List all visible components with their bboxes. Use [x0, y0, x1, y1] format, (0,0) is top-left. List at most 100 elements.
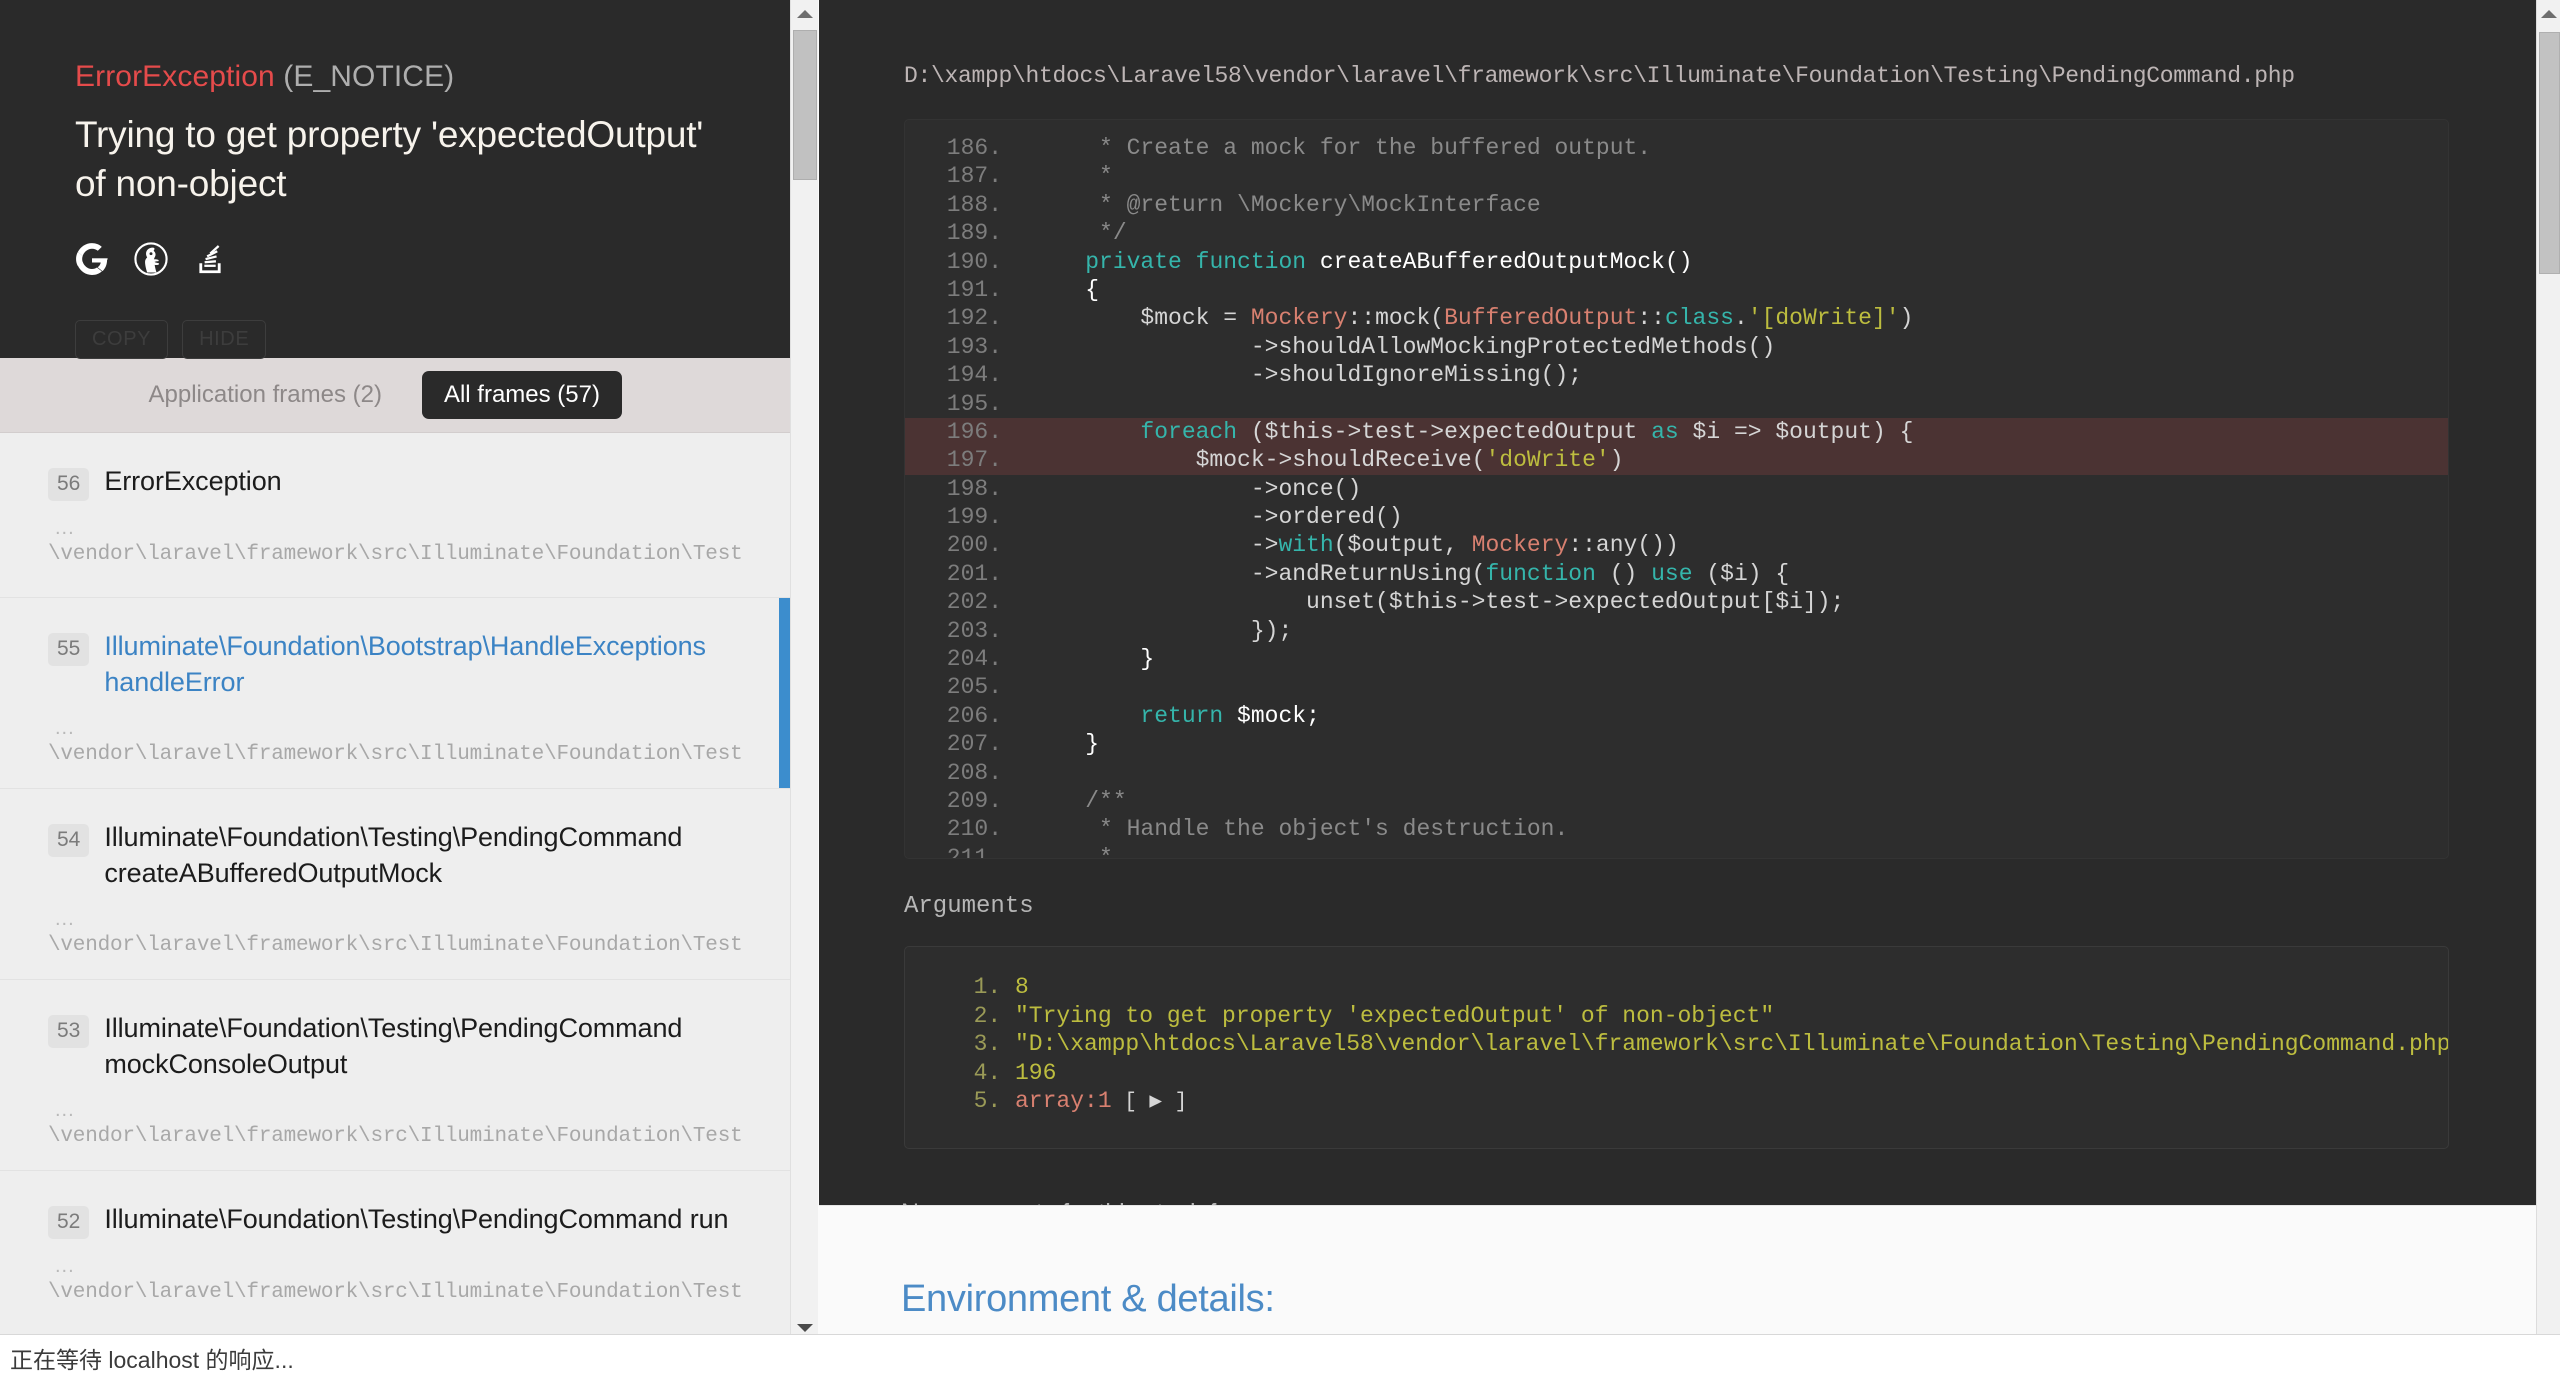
hide-button[interactable]: HIDE — [182, 319, 267, 359]
copy-button[interactable]: COPY — [75, 319, 169, 359]
code-line: 191. { — [905, 276, 2448, 304]
code-line-content: } — [1030, 731, 1100, 758]
frame-path-ellipsis: ... — [55, 716, 75, 739]
browser-status-bar: 正在等待 localhost 的响应... — [0, 1334, 2560, 1380]
frame-list-item[interactable]: 52 Illuminate\Foundation\Testing\PendingC… — [0, 1170, 790, 1336]
exception-header: ErrorException (E_NOTICE) Trying to get … — [0, 0, 790, 359]
code-line: 210. * Handle the object's destruction. — [905, 815, 2448, 843]
frame-head: 54 Illuminate\Foundation\Testing\PendingC… — [48, 819, 742, 892]
exception-message: Trying to get property 'expectedOutput' … — [75, 113, 704, 204]
frames-list[interactable]: 56 ErrorException... \vendor\laravel\frame… — [0, 433, 790, 1357]
code-line: 207. } — [905, 730, 2448, 758]
frame-list-item[interactable]: 55 Illuminate\Foundation\Bootstrap\Handle… — [0, 598, 790, 789]
code-line-number: 189. — [946, 220, 1002, 247]
left-panel: ErrorException (E_NOTICE) Trying to get … — [0, 0, 790, 1357]
frame-path-ellipsis: ... — [55, 1098, 75, 1121]
frame-index: 55 — [48, 633, 90, 667]
code-viewer[interactable]: 186. * Create a mock for the buffered ou… — [904, 119, 2449, 859]
page-scroll-up-arrow-icon[interactable] — [2537, 0, 2560, 28]
code-line: 194. ->shouldIgnoreMissing(); — [905, 361, 2448, 389]
frame-title[interactable]: Illuminate\Foundation\Bootstrap\HandleEx… — [104, 628, 742, 701]
code-line-number: 200. — [946, 532, 1002, 559]
google-search-icon[interactable] — [75, 242, 109, 281]
code-line-content: unset($this->test->expectedOutput[$i]); — [1030, 589, 1845, 616]
tab-all-frames[interactable]: All frames (57) — [421, 371, 622, 419]
frame-path-ellipsis: ... — [55, 1254, 75, 1277]
code-line-content: * — [1030, 163, 1113, 190]
code-line-content: ->ordered() — [1030, 504, 1403, 531]
frame-path: \vendor\laravel\framework\src\Illuminate… — [48, 1124, 742, 1148]
code-line-content: } — [1030, 646, 1155, 673]
code-line-content: ->andReturnUsing(function () use ($i) { — [1030, 560, 1790, 587]
code-line: 206. return $mock; — [905, 702, 2448, 730]
phpdebugbar-error-page: ErrorException (E_NOTICE) Trying to get … — [0, 0, 2560, 1380]
frames-tabs: Application frames (2) All frames (57) — [0, 358, 790, 433]
frame-index: 54 — [48, 823, 90, 858]
frame-path: \vendor\laravel\framework\src\Illuminate… — [48, 933, 742, 957]
arguments-label: Arguments — [904, 893, 1034, 920]
exception-actions: COPY HIDE — [75, 319, 715, 359]
code-line: 192. $mock = Mockery::mock(BufferedOutpu… — [905, 304, 2448, 332]
frame-path-ellipsis: ... — [55, 517, 75, 540]
argument-value: "D:\xampp\htdocs\Laravel58\vendor\larave… — [1015, 1031, 2449, 1057]
page-scrollbar-thumb[interactable] — [2539, 32, 2560, 274]
code-line-content: */ — [1030, 220, 1127, 247]
code-line-content: * @return \Mockery\MockInterface — [1030, 191, 1541, 218]
code-line-content: foreach ($this->test->expectedOutput as … — [1140, 418, 1914, 445]
code-line: 193. ->shouldAllowMockingProtectedMethod… — [905, 333, 2448, 361]
code-line: 201. ->andReturnUsing(function () use ($… — [905, 560, 2448, 588]
frame-list-item[interactable]: 54 Illuminate\Foundation\Testing\PendingC… — [0, 788, 790, 980]
code-line-number: 206. — [946, 702, 1002, 729]
tab-application-frames[interactable]: Application frames (2) — [127, 371, 404, 419]
code-line-number: 195. — [946, 390, 1002, 417]
frames-list-scrollbar[interactable] — [790, 0, 818, 1342]
code-line-number: 201. — [946, 560, 1002, 587]
code-line: 209. /** — [905, 787, 2448, 815]
code-line-content: ->shouldIgnoreMissing(); — [1030, 362, 1583, 389]
code-line: 198. ->once() — [905, 475, 2448, 503]
frame-path: \vendor\laravel\framework\src\Illuminate… — [48, 742, 742, 766]
scroll-up-arrow-icon[interactable] — [791, 0, 819, 28]
frame-path: \vendor\laravel\framework\src\Illuminate… — [48, 543, 742, 567]
frame-list-item[interactable]: 53 Illuminate\Foundation\Testing\PendingC… — [0, 979, 790, 1171]
code-line-content: $mock->shouldReceive('doWrite') — [1030, 447, 1624, 474]
frame-head: 52 Illuminate\Foundation\Testing\PendingC… — [48, 1201, 742, 1239]
code-line: 188. * @return \Mockery\MockInterface — [905, 191, 2448, 219]
environment-title: Environment & details: — [901, 1278, 1275, 1320]
code-line-number: 210. — [946, 816, 1002, 843]
code-line: 199. ->ordered() — [905, 503, 2448, 531]
stackoverflow-search-icon[interactable] — [193, 242, 227, 281]
frame-title: Illuminate\Foundation\Testing\PendingCom… — [104, 1203, 729, 1234]
code-line-number: 199. — [946, 504, 1002, 531]
code-line-content: $mock = Mockery::mock(BufferedOutput::cl… — [1030, 305, 1914, 332]
argument-item: "Trying to get property 'expectedOutput'… — [1015, 1002, 2448, 1031]
page-scrollbar[interactable] — [2536, 0, 2560, 1357]
code-line: 189. */ — [905, 219, 2448, 247]
code-line: 186. * Create a mock for the buffered ou… — [905, 134, 2448, 162]
code-line-number: 205. — [946, 674, 1002, 701]
code-line: 208. — [905, 759, 2448, 787]
status-bar-text: 正在等待 localhost 的响应... — [10, 1346, 294, 1373]
code-line-number: 186. — [946, 135, 1002, 161]
code-line-number: 211. — [946, 844, 1002, 859]
frame-path-ellipsis: ... — [55, 907, 75, 930]
argument-value: 8 — [1015, 974, 1029, 1000]
frame-title: ErrorException — [104, 466, 282, 496]
code-line-number: 207. — [946, 731, 1002, 758]
array-expand-toggle-icon[interactable]: [ ▶ ] — [1112, 1091, 1187, 1114]
argument-item: 196 — [1015, 1059, 2448, 1088]
argument-item: array:1 [ ▶ ] — [1015, 1087, 2448, 1118]
code-line-content: /** — [1030, 787, 1127, 814]
code-line-number: 194. — [946, 362, 1002, 389]
frame-list-item[interactable]: 56 ErrorException... \vendor\laravel\frame… — [0, 433, 790, 598]
duckduckgo-search-icon[interactable] — [134, 242, 168, 281]
code-line-content: }); — [1030, 617, 1293, 644]
frame-title: Illuminate\Foundation\Testing\PendingCom… — [104, 821, 683, 889]
frames-scrollbar-thumb[interactable] — [793, 30, 817, 180]
code-line: 196. foreach ($this->test->expectedOutpu… — [905, 417, 2448, 447]
arguments-list: 8"Trying to get property 'expectedOutput… — [1015, 973, 2448, 1118]
frame-file-path: D:\xampp\htdocs\Laravel58\vendor\laravel… — [904, 63, 2295, 89]
code-line-content: * Create a mock for the buffered output. — [1030, 135, 1652, 161]
arguments-box: 8"Trying to get property 'expectedOutput… — [904, 946, 2449, 1149]
code-line-content: ->shouldAllowMockingProtectedMethods() — [1030, 333, 1776, 360]
